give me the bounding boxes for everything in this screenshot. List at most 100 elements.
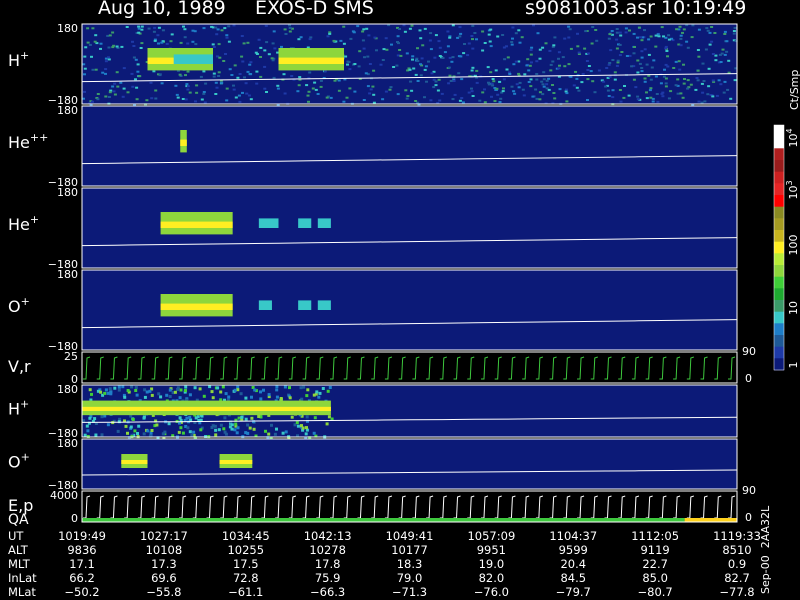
ephemeris-value: 9599 bbox=[558, 543, 588, 557]
noise-pixel bbox=[583, 47, 587, 50]
noise-pixel bbox=[99, 42, 103, 45]
noise-pixel bbox=[222, 60, 226, 62]
colorbar-swatch bbox=[774, 218, 784, 231]
flux-pixel bbox=[253, 388, 257, 392]
noise-pixel bbox=[487, 33, 491, 36]
noise-pixel bbox=[247, 94, 251, 97]
flux-pixel bbox=[327, 415, 331, 419]
noise-pixel bbox=[389, 86, 393, 89]
noise-pixel bbox=[238, 100, 242, 103]
flux-pixel bbox=[176, 386, 180, 390]
noise-pixel bbox=[272, 30, 276, 33]
noise-pixel bbox=[96, 93, 100, 95]
ephemeris-value: −71.3 bbox=[391, 585, 428, 599]
noise-pixel bbox=[458, 99, 462, 102]
noise-pixel bbox=[362, 47, 366, 50]
noise-pixel bbox=[184, 98, 188, 101]
noise-pixel bbox=[506, 56, 510, 59]
footnote-text: Sep-00 2AA32L bbox=[759, 505, 772, 594]
flux-pixel bbox=[244, 431, 248, 435]
ephemeris-value: −66.3 bbox=[310, 585, 346, 599]
noise-pixel bbox=[689, 83, 693, 86]
noise-pixel bbox=[225, 36, 229, 39]
noise-pixel bbox=[120, 45, 124, 48]
colorbar-swatch bbox=[774, 241, 784, 254]
flux-pixel bbox=[240, 415, 244, 419]
flux-pixel bbox=[177, 430, 181, 434]
noise-pixel bbox=[618, 54, 622, 57]
colorbar-swatch bbox=[774, 276, 784, 289]
flux-pixel bbox=[150, 429, 154, 432]
ephemeris-value: 10177 bbox=[391, 543, 428, 557]
flux-pixel bbox=[198, 387, 202, 391]
noise-pixel bbox=[558, 64, 561, 67]
noise-pixel bbox=[154, 89, 158, 92]
noise-pixel bbox=[225, 99, 229, 102]
panel-e-p-qa bbox=[81, 490, 738, 523]
noise-pixel bbox=[470, 69, 474, 72]
noise-pixel bbox=[542, 85, 546, 88]
noise-pixel bbox=[675, 28, 679, 31]
flux-pixel bbox=[104, 388, 108, 392]
noise-pixel bbox=[496, 93, 500, 96]
y-tick-top: 180 bbox=[57, 383, 78, 396]
noise-pixel bbox=[660, 26, 664, 29]
noise-pixel bbox=[371, 85, 375, 88]
noise-pixel bbox=[403, 30, 407, 33]
noise-pixel bbox=[723, 33, 727, 35]
noise-pixel bbox=[471, 95, 475, 97]
panel-he- bbox=[81, 187, 738, 269]
noise-pixel bbox=[348, 87, 352, 90]
noise-pixel bbox=[267, 53, 271, 56]
noise-pixel bbox=[140, 25, 144, 28]
flux-pixel bbox=[312, 431, 316, 435]
noise-pixel bbox=[202, 91, 206, 93]
noise-pixel bbox=[723, 80, 727, 83]
noise-pixel bbox=[195, 91, 199, 94]
colorbar-swatch bbox=[774, 311, 784, 324]
noise-pixel bbox=[119, 81, 123, 84]
noise-pixel bbox=[645, 97, 649, 100]
ephemeris-value: 17.3 bbox=[151, 557, 177, 571]
noise-pixel bbox=[609, 49, 613, 52]
flux-pixel bbox=[159, 395, 163, 399]
flux-patch bbox=[298, 218, 312, 228]
noise-pixel bbox=[676, 78, 680, 81]
noise-pixel bbox=[423, 96, 426, 99]
y-tick-top: 180 bbox=[57, 104, 78, 117]
noise-pixel bbox=[179, 41, 183, 44]
noise-pixel bbox=[108, 34, 112, 37]
noise-pixel bbox=[545, 83, 549, 86]
noise-pixel bbox=[657, 35, 661, 38]
noise-pixel bbox=[316, 93, 320, 95]
noise-pixel bbox=[93, 40, 97, 43]
noise-pixel bbox=[214, 81, 218, 84]
flux-pixel bbox=[157, 392, 161, 396]
flux-pixel bbox=[90, 392, 93, 396]
noise-pixel bbox=[727, 59, 731, 62]
noise-pixel bbox=[544, 42, 548, 45]
panel-h-top bbox=[81, 23, 738, 106]
noise-pixel bbox=[513, 92, 517, 95]
noise-pixel bbox=[244, 82, 248, 85]
y-tick-top: 180 bbox=[57, 186, 78, 199]
ephemeris-value: 9951 bbox=[476, 543, 507, 557]
noise-pixel bbox=[580, 81, 584, 84]
noise-pixel bbox=[240, 55, 244, 58]
noise-pixel bbox=[565, 92, 569, 95]
noise-pixel bbox=[457, 72, 461, 75]
noise-pixel bbox=[157, 26, 161, 29]
noise-pixel bbox=[90, 55, 93, 58]
flux-pixel bbox=[184, 389, 187, 392]
flux-pixel bbox=[235, 431, 239, 435]
noise-pixel bbox=[242, 42, 246, 45]
noise-pixel bbox=[176, 96, 180, 99]
noise-pixel bbox=[111, 31, 115, 34]
noise-pixel bbox=[686, 87, 690, 90]
noise-pixel bbox=[257, 38, 261, 41]
noise-pixel bbox=[160, 41, 164, 44]
noise-pixel bbox=[664, 82, 668, 85]
colorbar-swatch bbox=[774, 230, 784, 243]
noise-pixel bbox=[521, 88, 525, 91]
ephemeris-value: −79.7 bbox=[555, 585, 591, 599]
